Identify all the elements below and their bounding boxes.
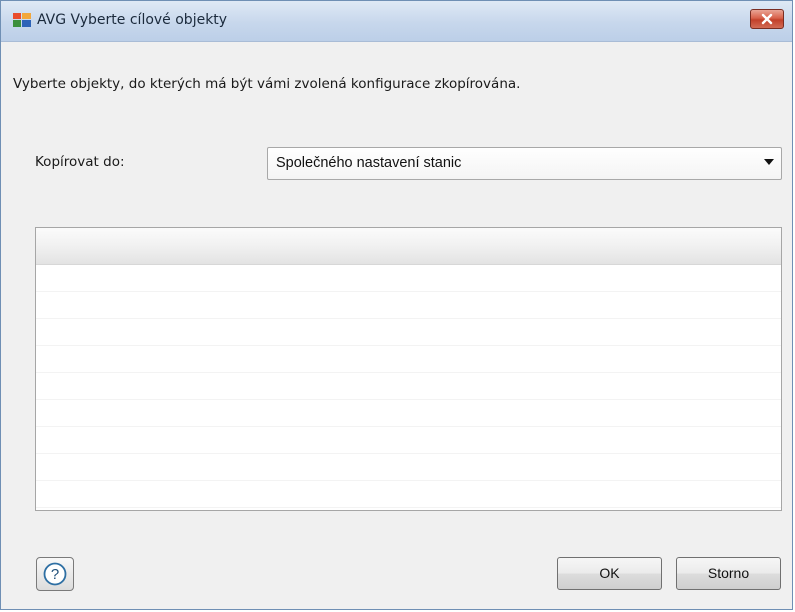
title-bar[interactable]: AVG Vyberte cílové objekty <box>1 1 792 42</box>
window-title: AVG Vyberte cílové objekty <box>37 12 228 28</box>
list-item[interactable] <box>36 346 781 373</box>
help-button[interactable]: ? <box>36 557 74 591</box>
copy-to-dropdown[interactable]: Společného nastavení stanic <box>267 147 782 180</box>
close-button[interactable] <box>750 9 784 29</box>
list-item[interactable] <box>36 265 781 292</box>
avg-logo-icon <box>13 13 31 27</box>
copy-to-label: Kopírovat do: <box>35 154 125 170</box>
list-item[interactable] <box>36 481 781 508</box>
list-item[interactable] <box>36 319 781 346</box>
list-header <box>36 228 781 265</box>
list-item[interactable] <box>36 427 781 454</box>
ok-button[interactable]: OK <box>557 557 662 590</box>
list-item[interactable] <box>36 373 781 400</box>
svg-text:?: ? <box>51 566 59 583</box>
question-mark-icon: ? <box>43 562 67 586</box>
close-icon <box>761 13 773 25</box>
instruction-text: Vyberte objekty, do kterých má být vámi … <box>13 76 521 92</box>
dialog-content: Vyberte objekty, do kterých má být vámi … <box>1 42 792 609</box>
chevron-down-icon[interactable] <box>764 159 774 165</box>
target-objects-list[interactable] <box>35 227 782 511</box>
list-item[interactable] <box>36 292 781 319</box>
dialog-window: AVG Vyberte cílové objekty Vyberte objek… <box>0 0 793 610</box>
cancel-button[interactable]: Storno <box>676 557 781 590</box>
list-item[interactable] <box>36 454 781 481</box>
copy-to-selected-value: Společného nastavení stanic <box>276 155 462 171</box>
list-item[interactable] <box>36 400 781 427</box>
list-rows <box>36 265 781 508</box>
